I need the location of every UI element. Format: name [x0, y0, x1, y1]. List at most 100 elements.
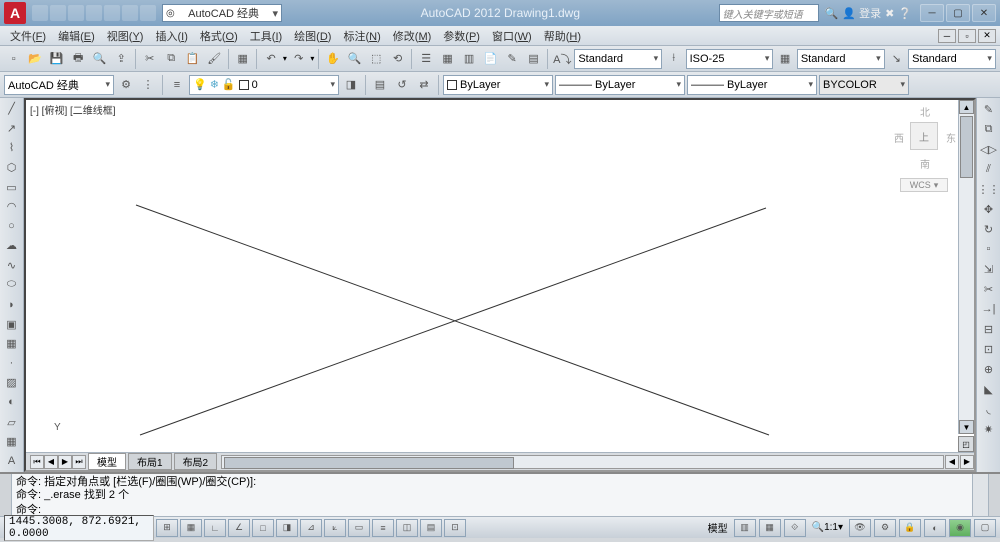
menu-insert[interactable]: 插入(I): [149, 28, 193, 44]
search-submit-icon[interactable]: 🔍: [825, 7, 839, 20]
grid-toggle[interactable]: ▦: [180, 519, 202, 537]
tab-first-button[interactable]: ⏮: [30, 455, 44, 469]
exchange-icon[interactable]: ✖: [885, 7, 894, 20]
vertical-scrollbar[interactable]: ▲ ▼: [958, 100, 974, 434]
infocenter-search[interactable]: 键入关键字或短语: [719, 4, 819, 22]
zoom-previous-icon[interactable]: ⟲: [388, 49, 408, 69]
move-icon[interactable]: ✥: [979, 200, 999, 218]
block-editor-icon[interactable]: ▦: [233, 49, 253, 69]
qp-toggle[interactable]: ▤: [420, 519, 442, 537]
menu-dimension[interactable]: 标注(N): [337, 28, 386, 44]
menu-file[interactable]: 文件(F): [4, 28, 52, 44]
app-menu-button[interactable]: A: [4, 2, 26, 24]
workspace-dropdown[interactable]: ◎ AutoCAD 经典: [162, 4, 282, 22]
erase-icon[interactable]: ✎: [979, 100, 999, 118]
print-icon[interactable]: [104, 5, 120, 21]
table-icon[interactable]: ▦: [2, 433, 22, 451]
hscroll-left-button[interactable]: ◀: [945, 455, 959, 469]
modelspace-button[interactable]: 模型: [705, 520, 731, 535]
prop-linetype-combo[interactable]: ——— ByLayer: [555, 75, 685, 95]
plot-icon[interactable]: 🖶: [69, 49, 89, 69]
quickcalc-icon[interactable]: ▤: [524, 49, 544, 69]
scale-icon[interactable]: ▫: [979, 240, 999, 258]
workspace-switch-icon[interactable]: ⚙: [874, 519, 896, 537]
mleaderstyle-combo[interactable]: Standard: [908, 49, 996, 69]
prop-plotstyle-combo[interactable]: BYCOLOR: [819, 75, 909, 95]
nav-wheel-icon[interactable]: ◰: [958, 436, 974, 452]
paste-icon[interactable]: 📋: [183, 49, 203, 69]
sheet-set-icon[interactable]: 📄: [481, 49, 501, 69]
markup-icon[interactable]: ✎: [502, 49, 522, 69]
tpy-toggle[interactable]: ◫: [396, 519, 418, 537]
revcloud-icon[interactable]: ☁: [2, 237, 22, 255]
saveas-icon[interactable]: [86, 5, 102, 21]
doc-minimize-button[interactable]: ─: [938, 29, 956, 43]
coord-display[interactable]: 1445.3008, 872.6921, 0.0000: [4, 515, 154, 541]
layer-match-icon[interactable]: ⇄: [414, 75, 434, 95]
explode-icon[interactable]: ✷: [979, 420, 999, 438]
scroll-down-button[interactable]: ▼: [959, 420, 974, 434]
chamfer-icon[interactable]: ◣: [979, 380, 999, 398]
menu-modify[interactable]: 修改(M): [387, 28, 438, 44]
spline-icon[interactable]: ∿: [2, 257, 22, 275]
gradient-icon[interactable]: ◐: [2, 394, 22, 412]
tab-model[interactable]: 模型: [88, 453, 126, 470]
stretch-icon[interactable]: ⇲: [979, 260, 999, 278]
redo-icon[interactable]: [140, 5, 156, 21]
menu-view[interactable]: 视图(Y): [101, 28, 150, 44]
extend-icon[interactable]: →|: [979, 300, 999, 318]
menu-help[interactable]: 帮助(H): [538, 28, 587, 44]
cmd-resize-grip[interactable]: [988, 474, 1000, 516]
snap-toggle[interactable]: ⊞: [156, 519, 178, 537]
scroll-up-button[interactable]: ▲: [959, 100, 974, 114]
menu-tools[interactable]: 工具(I): [244, 28, 288, 44]
cmd-scrollbar[interactable]: [972, 474, 988, 516]
open-icon[interactable]: [50, 5, 66, 21]
ellipse-arc-icon[interactable]: ◗: [2, 296, 22, 314]
dimstyle-flyout[interactable]: ⟊: [664, 49, 684, 69]
help-icon[interactable]: ❔: [898, 7, 912, 20]
ducs-toggle[interactable]: ⟀: [324, 519, 346, 537]
pan-icon[interactable]: ✋: [323, 49, 343, 69]
wcs-dropdown[interactable]: WCS▾: [900, 178, 948, 192]
ellipse-icon[interactable]: ⬭: [2, 276, 22, 294]
design-center-icon[interactable]: ▦: [438, 49, 458, 69]
break-at-point-icon[interactable]: ⊟: [979, 320, 999, 338]
layer-combo[interactable]: 💡❄🔓0: [189, 75, 339, 95]
tab-layout1[interactable]: 布局1: [128, 453, 172, 470]
make-block-icon[interactable]: ▦: [2, 335, 22, 353]
layer-previous-icon[interactable]: ↺: [392, 75, 412, 95]
mirror-icon[interactable]: ◁▷: [979, 140, 999, 158]
rectangle-icon[interactable]: ▭: [2, 178, 22, 196]
doc-restore-button[interactable]: ▫: [958, 29, 976, 43]
properties-icon[interactable]: ☰: [416, 49, 436, 69]
close-button[interactable]: ✕: [972, 4, 996, 22]
new-icon[interactable]: [32, 5, 48, 21]
copy-modify-icon[interactable]: ⧉: [979, 120, 999, 138]
tab-next-button[interactable]: ▶: [58, 455, 72, 469]
viewcube-top-face[interactable]: 上: [910, 122, 938, 150]
undo-icon[interactable]: [122, 5, 138, 21]
clean-screen-icon[interactable]: ▢: [974, 519, 996, 537]
fillet-icon[interactable]: ◟: [979, 400, 999, 418]
undo-icon[interactable]: ↶: [261, 49, 281, 69]
circle-icon[interactable]: ○: [2, 217, 22, 235]
3dosnap-toggle[interactable]: ◨: [276, 519, 298, 537]
pline-icon[interactable]: ⌇: [2, 139, 22, 157]
tab-prev-button[interactable]: ◀: [44, 455, 58, 469]
zoom-realtime-icon[interactable]: 🔍: [345, 49, 365, 69]
minimize-button[interactable]: ─: [920, 4, 944, 22]
lwt-toggle[interactable]: ≡: [372, 519, 394, 537]
cmd-grip[interactable]: [0, 474, 12, 516]
tab-layout2[interactable]: 布局2: [174, 453, 218, 470]
save-icon[interactable]: [68, 5, 84, 21]
workspace-combo2[interactable]: AutoCAD 经典: [4, 75, 114, 95]
hardware-accel-icon[interactable]: ◐: [924, 519, 946, 537]
menu-parametric[interactable]: 参数(P): [437, 28, 486, 44]
drawing-viewport[interactable]: [-] [俯视] [二维线框] X Y 北 西 上: [24, 98, 976, 472]
break-icon[interactable]: ⊡: [979, 340, 999, 358]
tool-palette-icon[interactable]: ▥: [459, 49, 479, 69]
isolate-objects-icon[interactable]: ◉: [949, 519, 971, 537]
quickview-drawings-icon[interactable]: ▦: [759, 519, 781, 537]
horizontal-scrollbar[interactable]: [221, 455, 944, 469]
